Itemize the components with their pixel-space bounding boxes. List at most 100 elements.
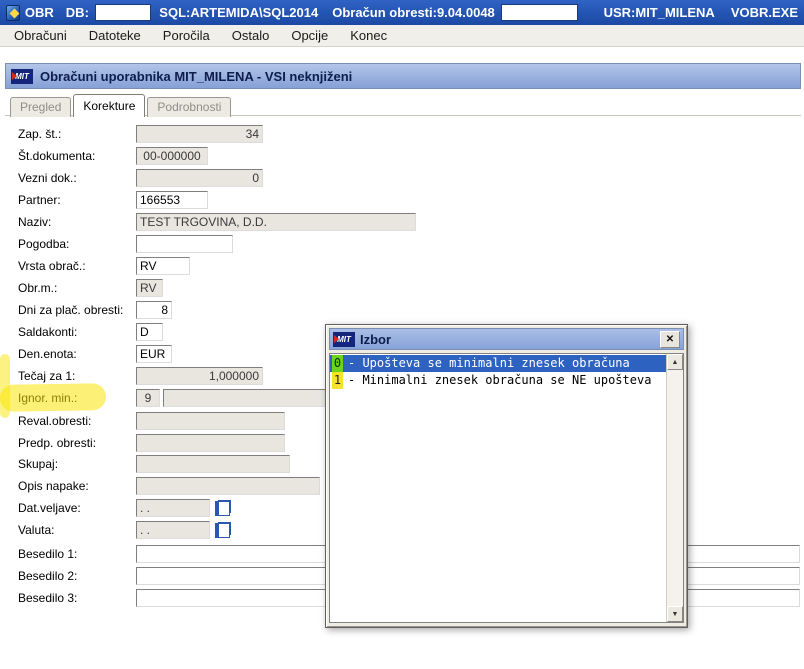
partner-field[interactable]: 166553: [136, 191, 208, 209]
highlighter-smear: [0, 354, 10, 418]
obracun-version-label: Obračun obresti:9.04.0048: [332, 5, 495, 20]
form-row: Reval.obresti:: [18, 411, 285, 431]
form-row: Opis napake:: [18, 476, 320, 496]
ignor-min-field[interactable]: 9: [136, 389, 160, 407]
opis-napake-field: [136, 477, 320, 495]
tab-pregled[interactable]: Pregled: [10, 97, 72, 117]
naziv-field: TEST TRGOVINA, D.D.: [136, 213, 416, 231]
field-label: Pogodba:: [18, 237, 70, 251]
close-icon: ✕: [665, 333, 675, 345]
field-label: Naziv:: [18, 215, 52, 229]
pogodba-field[interactable]: [136, 235, 233, 253]
st-dokumenta-field: 00-000000: [136, 147, 208, 165]
child-window-title: Obračuni uporabnika MIT_MILENA - VSI nek…: [40, 68, 353, 84]
vezni-dok-field: 0: [136, 169, 263, 187]
menu-konec[interactable]: Konec: [350, 28, 387, 43]
list-item-1[interactable]: 1 - Minimalni znesek obračuna se NE upoš…: [330, 372, 666, 389]
form-row: Pogodba:: [18, 234, 233, 254]
db-label: DB:: [65, 5, 89, 20]
calendar-icon[interactable]: [215, 522, 230, 538]
field-label: Dni za plač. obresti:: [18, 303, 124, 317]
title-bar: OBR DB: SQL:ARTEMIDA\SQL2014 Obračun obr…: [0, 0, 804, 25]
field-label: Zap. št.:: [18, 127, 62, 141]
form-row: Vrsta obrač.: RV: [18, 256, 190, 276]
form-row: Valuta: . .: [18, 520, 230, 540]
list-item-0-key: 0: [332, 355, 343, 372]
izbor-dialog-title-bar[interactable]: MIT Izbor ✕: [329, 328, 684, 350]
scroll-down-icon: ▼: [671, 610, 679, 618]
tab-korekture[interactable]: Korekture: [73, 94, 146, 117]
field-label: Besedilo 1:: [18, 547, 78, 561]
form-row: Den.enota: EUR: [18, 344, 172, 364]
form-row: Naziv: TEST TRGOVINA, D.D.: [18, 212, 416, 232]
zap-st-field: 34: [136, 125, 263, 143]
field-label: Besedilo 2:: [18, 569, 78, 583]
field-label: Valuta:: [18, 523, 55, 537]
field-label: Predp. obresti:: [18, 436, 97, 450]
form-row: Tečaj za 1: 1,000000: [18, 366, 263, 386]
field-label: Besedilo 3:: [18, 591, 78, 605]
vrsta-obrac-field[interactable]: RV: [136, 257, 190, 275]
sql-server-label: SQL:ARTEMIDA\SQL2014: [159, 5, 319, 20]
scroll-up-button[interactable]: ▲: [667, 354, 683, 370]
izbor-list-panel: 0 - Upošteva se minimalni znesek obračun…: [329, 353, 684, 623]
field-label: Saldakonti:: [18, 325, 78, 339]
scroll-down-button[interactable]: ▼: [667, 606, 683, 622]
field-label: Reval.obresti:: [18, 414, 92, 428]
field-label: Ignor. min.:: [18, 391, 78, 405]
field-label: Tečaj za 1:: [18, 369, 76, 383]
dni-za-plac-field[interactable]: 8: [136, 301, 172, 319]
app-icon: [6, 4, 20, 21]
obracun-input[interactable]: [500, 4, 578, 21]
app-title: OBR: [24, 5, 54, 20]
form-row: Vezni dok.: 0: [18, 168, 263, 188]
scrollbar[interactable]: ▲ ▼: [666, 354, 683, 622]
form-row: Partner: 166553: [18, 190, 208, 210]
reval-obresti-field: [136, 412, 285, 430]
mit-logo-icon: MIT: [11, 68, 33, 84]
list-item-1-key: 1: [332, 372, 343, 389]
form-row: Obr.m.: RV: [18, 278, 163, 298]
exe-label: VOBR.EXE: [730, 5, 798, 20]
tab-podrobnosti[interactable]: Podrobnosti: [147, 97, 232, 117]
tab-strip: Pregled Korekture Podrobnosti: [10, 94, 233, 117]
valuta-field[interactable]: . .: [136, 521, 210, 539]
list-item-0[interactable]: 0 - Upošteva se minimalni znesek obračun…: [330, 355, 666, 372]
form-row: Saldakonti: D: [18, 322, 163, 342]
field-label: Vrsta obrač.:: [18, 259, 86, 273]
form-row: Skupaj:: [18, 454, 290, 474]
menu-datoteke[interactable]: Datoteke: [89, 28, 141, 43]
menu-ostalo[interactable]: Ostalo: [232, 28, 270, 43]
predp-obresti-field: [136, 434, 285, 452]
menu-porocila[interactable]: Poročila: [163, 28, 210, 43]
close-button[interactable]: ✕: [660, 330, 680, 348]
field-label: Obr.m.:: [18, 281, 58, 295]
izbor-list: 0 - Upošteva se minimalni znesek obračun…: [330, 354, 666, 622]
field-label: Skupaj:: [18, 457, 59, 471]
izbor-dialog-title: Izbor: [360, 331, 392, 347]
form-row: Zap. št.: 34: [18, 124, 263, 144]
tecaj-za-1-field: 1,000000: [136, 367, 263, 385]
field-label: Den.enota:: [18, 347, 77, 361]
list-item-0-text: - Upošteva se minimalni znesek obračuna: [348, 356, 630, 370]
form-row: Št.dokumenta: 00-000000: [18, 146, 208, 166]
form-row: Dat.veljave: . .: [18, 498, 230, 518]
form-row: Predp. obresti:: [18, 433, 285, 453]
menu-opcije[interactable]: Opcije: [291, 28, 328, 43]
saldakonti-field[interactable]: D: [136, 323, 163, 341]
user-label: USR:MIT_MILENA: [603, 5, 715, 20]
den-enota-field[interactable]: EUR: [136, 345, 172, 363]
calendar-icon[interactable]: [215, 500, 230, 516]
menu-obracuni[interactable]: Obračuni: [14, 28, 67, 43]
menu-bar: Obračuni Datoteke Poročila Ostalo Opcije…: [0, 25, 804, 47]
field-label: Dat.veljave:: [18, 501, 81, 515]
skupaj-field: [136, 455, 290, 473]
field-label: Vezni dok.:: [18, 171, 77, 185]
obr-m-field: RV: [136, 279, 163, 297]
field-label: Partner:: [18, 193, 61, 207]
db-input[interactable]: [94, 4, 152, 21]
dat-veljave-field[interactable]: . .: [136, 499, 210, 517]
list-item-1-text: - Minimalni znesek obračuna se NE upošte…: [348, 373, 652, 387]
form-row: Dni za plač. obresti: 8: [18, 300, 172, 320]
field-label: Št.dokumenta:: [18, 149, 96, 163]
